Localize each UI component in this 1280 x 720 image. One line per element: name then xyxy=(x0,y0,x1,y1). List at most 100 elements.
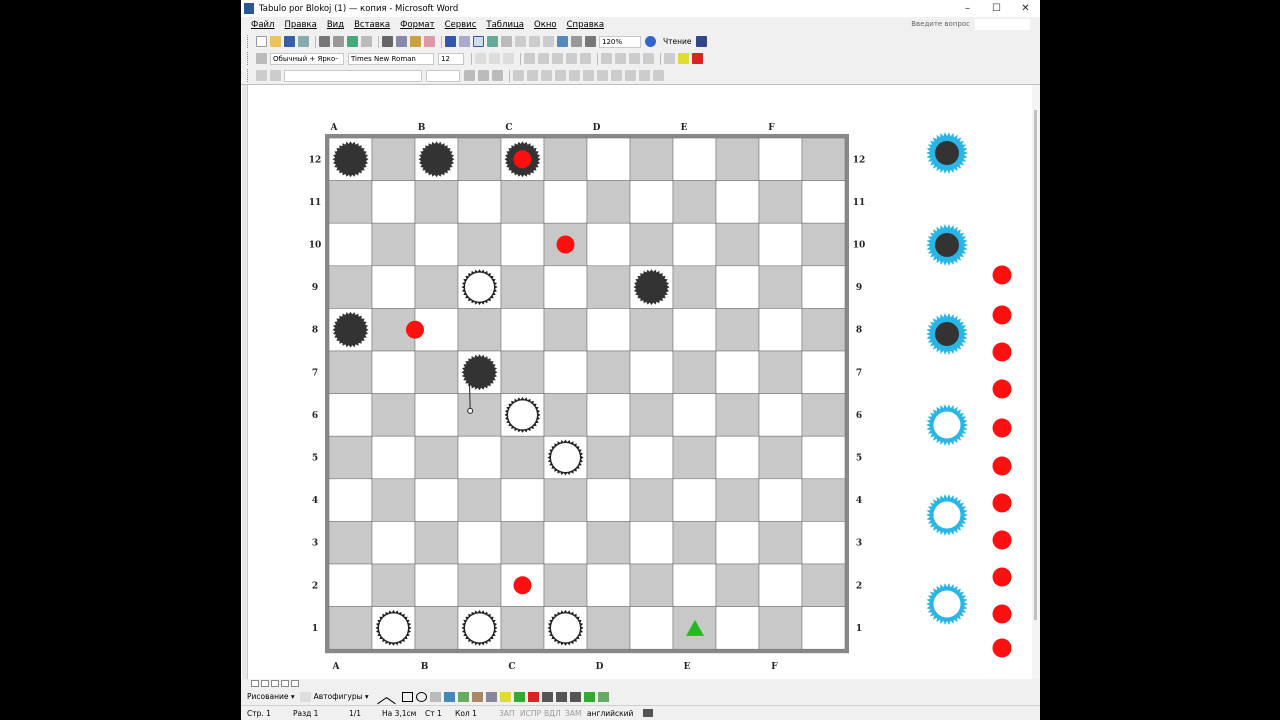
maximize-button[interactable]: ☐ xyxy=(982,0,1011,17)
document-area[interactable]: A B C D E F A B C D E F 12 12 11 11 10 10 9 9 8 8 7 7 6 6 5 5 4 4 3 3 2 2… xyxy=(241,84,1040,680)
font-select[interactable]: Times New Roman xyxy=(348,52,434,65)
increase-indent-icon[interactable] xyxy=(643,53,654,64)
print-icon[interactable] xyxy=(319,36,330,47)
sort-asc-icon[interactable] xyxy=(625,70,636,81)
copy-icon[interactable] xyxy=(396,36,407,47)
status-trk[interactable]: ИСПР xyxy=(520,709,541,718)
line-style-icon[interactable] xyxy=(541,691,553,702)
minimize-button[interactable]: – xyxy=(953,0,982,17)
research-icon[interactable] xyxy=(361,36,372,47)
find-icon[interactable] xyxy=(695,36,707,47)
shading-color-icon[interactable] xyxy=(492,70,503,81)
menu-view[interactable]: Вид xyxy=(327,20,344,30)
align-right-icon[interactable] xyxy=(552,53,563,64)
align-center-icon[interactable] xyxy=(538,53,549,64)
paste-icon[interactable] xyxy=(410,36,421,47)
menu-insert[interactable]: Вставка xyxy=(354,20,390,30)
shadow-style-icon[interactable] xyxy=(583,691,595,702)
highlight-icon[interactable] xyxy=(678,53,689,64)
autoformat-icon[interactable] xyxy=(597,70,608,81)
drawing-icon[interactable] xyxy=(557,36,568,47)
line-style-select[interactable] xyxy=(284,69,422,82)
outline-view-button[interactable] xyxy=(281,680,289,687)
vertical-scrollbar[interactable] xyxy=(1032,85,1040,680)
print-layout-button[interactable] xyxy=(271,680,279,687)
open-folder-icon[interactable] xyxy=(270,36,281,47)
rectangle-tool-icon[interactable] xyxy=(401,691,413,702)
line-color-icon[interactable] xyxy=(513,691,525,702)
line-spacing-icon[interactable] xyxy=(580,53,591,64)
sort-desc-icon[interactable] xyxy=(639,70,650,81)
textbox-icon[interactable] xyxy=(429,691,441,702)
close-button[interactable]: ✕ xyxy=(1011,0,1040,17)
print-preview-icon[interactable] xyxy=(333,36,344,47)
distribute-columns-icon[interactable] xyxy=(583,70,594,81)
clipart-icon[interactable] xyxy=(471,691,483,702)
line-weight-select[interactable] xyxy=(426,69,460,82)
font-size-select[interactable]: 12 xyxy=(438,52,464,65)
numbering-icon[interactable] xyxy=(601,53,612,64)
diagram-icon[interactable] xyxy=(457,691,469,702)
picture-icon[interactable] xyxy=(485,691,497,702)
oval-tool-icon[interactable] xyxy=(415,691,427,702)
cut-icon[interactable] xyxy=(382,36,393,47)
justify-icon[interactable] xyxy=(566,53,577,64)
autosum-icon[interactable] xyxy=(653,70,664,81)
ask-question-input[interactable] xyxy=(975,19,1030,30)
eraser-icon[interactable] xyxy=(270,70,281,81)
bold-icon[interactable] xyxy=(475,53,486,64)
toolbar-grip-3[interactable] xyxy=(247,69,254,82)
insert-table-2-icon[interactable] xyxy=(513,70,524,81)
bullets-icon[interactable] xyxy=(615,53,626,64)
spelling-status-icon[interactable] xyxy=(643,709,653,717)
select-objects-icon[interactable] xyxy=(299,691,311,702)
show-hide-icon[interactable] xyxy=(585,36,596,47)
3d-style-icon[interactable] xyxy=(597,691,609,702)
scroll-thumb[interactable] xyxy=(1034,110,1037,620)
align-left-icon[interactable] xyxy=(524,53,535,64)
draw-table-pencil-icon[interactable] xyxy=(256,70,267,81)
help-icon[interactable] xyxy=(645,36,656,47)
arrow-style-icon[interactable] xyxy=(569,691,581,702)
draw-table-icon[interactable] xyxy=(473,36,484,47)
format-painter-icon[interactable] xyxy=(424,36,435,47)
italic-icon[interactable] xyxy=(489,53,500,64)
menu-edit[interactable]: Правка xyxy=(284,20,316,30)
outside-border-icon[interactable] xyxy=(478,70,489,81)
toolbar-grip[interactable] xyxy=(247,35,254,48)
dash-style-icon[interactable] xyxy=(555,691,567,702)
reading-mode-button[interactable]: Чтение xyxy=(663,37,692,46)
fill-color-icon[interactable] xyxy=(499,691,511,702)
menu-table[interactable]: Таблица xyxy=(486,20,524,30)
menu-file[interactable]: Файл xyxy=(251,20,274,30)
underline-icon[interactable] xyxy=(503,53,514,64)
web-view-button[interactable] xyxy=(261,680,269,687)
insert-excel-icon[interactable] xyxy=(529,36,540,47)
menu-window[interactable]: Окно xyxy=(534,20,557,30)
reading-view-button[interactable] xyxy=(291,680,299,687)
status-ovr[interactable]: ЗАМ xyxy=(565,709,581,718)
align-cell-icon[interactable] xyxy=(555,70,566,81)
text-color-icon[interactable] xyxy=(527,691,539,702)
redo-icon[interactable] xyxy=(459,36,470,47)
tables-borders-icon[interactable] xyxy=(501,36,512,47)
arrow-tool-icon[interactable] xyxy=(385,689,401,704)
decrease-indent-icon[interactable] xyxy=(629,53,640,64)
zoom-select[interactable]: 120% xyxy=(599,35,641,48)
columns-icon[interactable] xyxy=(543,36,554,47)
split-cells-icon[interactable] xyxy=(541,70,552,81)
distribute-rows-icon[interactable] xyxy=(569,70,580,81)
status-rec[interactable]: ЗАП xyxy=(499,709,515,718)
toolbar-grip-2[interactable] xyxy=(247,52,254,65)
insert-table-icon[interactable] xyxy=(515,36,526,47)
save-icon[interactable] xyxy=(284,36,295,47)
line-tool-icon[interactable] xyxy=(371,689,387,704)
menu-format[interactable]: Формат xyxy=(400,20,435,30)
borders-icon[interactable] xyxy=(664,53,675,64)
wordart-icon[interactable] xyxy=(443,691,455,702)
autoshapes-menu[interactable]: Автофигуры ▾ xyxy=(314,692,369,701)
hyperlink-icon[interactable] xyxy=(487,36,498,47)
text-direction-icon[interactable] xyxy=(611,70,622,81)
merge-cells-icon[interactable] xyxy=(527,70,538,81)
menu-tools[interactable]: Сервис xyxy=(445,20,477,30)
